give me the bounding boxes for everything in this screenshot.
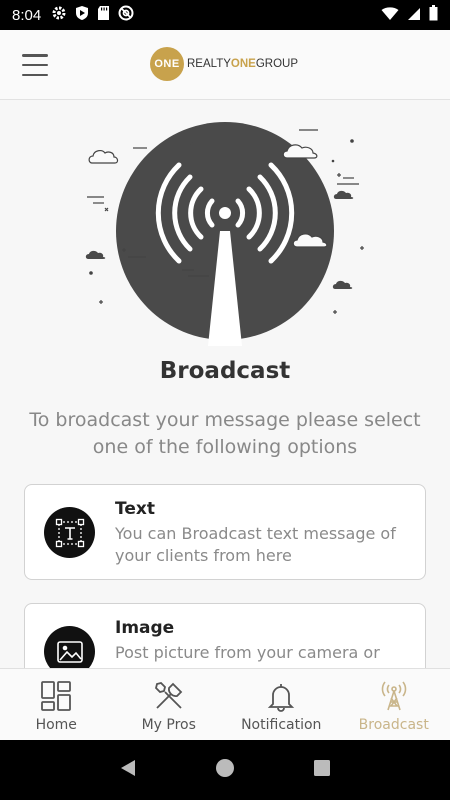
system-navigation-bar bbox=[0, 740, 450, 800]
status-time: 8:04 bbox=[12, 6, 42, 24]
gear-icon bbox=[51, 5, 67, 25]
tools-icon bbox=[152, 679, 186, 713]
text-box-icon bbox=[44, 507, 95, 558]
nav-label: My Pros bbox=[141, 717, 196, 733]
signal-icon bbox=[407, 6, 421, 25]
option-description: You can Broadcast text message of your c… bbox=[115, 524, 396, 565]
image-broadcast-option[interactable]: Image Post picture from your camera or g… bbox=[24, 603, 426, 668]
wifi-icon bbox=[381, 6, 399, 25]
page-subtitle: To broadcast your message please select … bbox=[29, 409, 421, 458]
recents-square-icon[interactable] bbox=[312, 758, 332, 782]
logo-wordmark: REALTYONEGROUP bbox=[187, 58, 298, 70]
page-title: Broadcast bbox=[159, 358, 291, 384]
option-title: Image bbox=[115, 618, 175, 638]
home-circle-icon[interactable] bbox=[215, 758, 235, 782]
broadcast-hero-illustration bbox=[85, 122, 364, 346]
bottom-navigation: Home My Pros Notification Broadcast bbox=[0, 668, 450, 740]
at-sign-icon bbox=[118, 5, 134, 25]
logo-badge: ONE bbox=[150, 47, 184, 81]
option-title: Text bbox=[115, 499, 155, 519]
nav-broadcast[interactable]: Broadcast bbox=[338, 669, 450, 740]
nav-notification[interactable]: Notification bbox=[225, 669, 338, 740]
shield-icon bbox=[75, 5, 89, 25]
battery-icon bbox=[429, 5, 438, 25]
back-icon[interactable] bbox=[118, 758, 138, 782]
sd-card-icon bbox=[97, 5, 110, 25]
nav-label: Notification bbox=[241, 717, 322, 733]
nav-label: Home bbox=[35, 717, 77, 733]
nav-my-pros[interactable]: My Pros bbox=[113, 669, 226, 740]
hamburger-menu-icon[interactable] bbox=[22, 54, 48, 76]
bell-icon bbox=[264, 679, 298, 713]
nav-label: Broadcast bbox=[358, 717, 429, 733]
main-content: Broadcast To broadcast your message plea… bbox=[0, 101, 450, 668]
broadcast-tower-icon bbox=[377, 679, 411, 713]
status-bar: 8:04 bbox=[0, 0, 450, 30]
home-grid-icon bbox=[39, 679, 73, 713]
text-broadcast-option[interactable]: Text You can Broadcast text message of y… bbox=[24, 484, 426, 580]
app-header: ONE REALTYONEGROUP bbox=[0, 30, 450, 100]
option-description: Post picture from your camera or gallery bbox=[115, 643, 380, 668]
nav-home[interactable]: Home bbox=[0, 669, 113, 740]
image-icon bbox=[44, 626, 95, 668]
brand-logo: ONE REALTYONEGROUP bbox=[150, 47, 298, 81]
